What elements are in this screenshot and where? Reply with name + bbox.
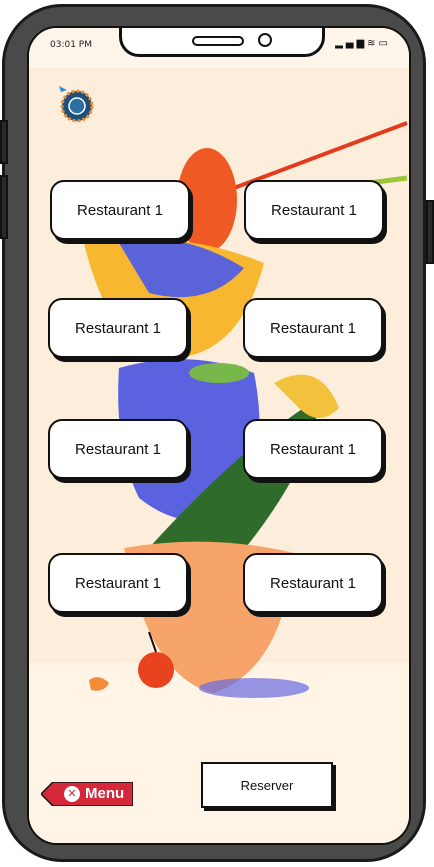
restaurant-button-1[interactable]: Restaurant 1 xyxy=(50,180,190,240)
status-bar: 03:01 PM ▂▄▆≋▭ xyxy=(29,28,409,68)
status-time: 03:01 PM xyxy=(50,40,92,50)
wifi-icon: ≋ xyxy=(367,38,379,49)
close-circle-icon: ✕ xyxy=(64,786,80,802)
speaker xyxy=(192,36,244,46)
camera xyxy=(258,33,272,47)
restaurant-button-6[interactable]: Restaurant 1 xyxy=(243,419,383,479)
yellow-ribbon xyxy=(274,374,339,418)
side-button-left xyxy=(0,120,8,164)
signal-icon: ▂▄▆ xyxy=(335,38,368,49)
teapot-rim xyxy=(189,363,249,383)
chopstick-1 xyxy=(233,121,408,190)
notch xyxy=(119,28,325,57)
restaurant-button-8[interactable]: Restaurant 1 xyxy=(243,553,383,613)
restaurant-button-5[interactable]: Restaurant 1 xyxy=(48,419,188,479)
reserve-button[interactable]: Reserver xyxy=(201,762,333,808)
red-apple xyxy=(138,652,174,688)
status-icons: ▂▄▆≋▭ xyxy=(335,38,391,49)
menu-label: Menu xyxy=(85,785,125,802)
restaurant-button-7[interactable]: Restaurant 1 xyxy=(48,553,188,613)
globe-plane-logo-icon xyxy=(59,86,94,123)
shadow xyxy=(199,678,309,698)
restaurant-button-2[interactable]: Restaurant 1 xyxy=(244,180,384,240)
restaurant-button-4[interactable]: Restaurant 1 xyxy=(243,298,383,358)
screen: 03:01 PM ▂▄▆≋▭ Restaurant 1 Restaurant 1… xyxy=(27,26,411,845)
battery-icon: ▭ xyxy=(378,38,391,49)
side-button-left-2 xyxy=(0,175,8,239)
restaurant-button-3[interactable]: Restaurant 1 xyxy=(48,298,188,358)
menu-button[interactable]: ✕ Menu xyxy=(41,782,133,806)
side-button-right xyxy=(426,200,434,264)
